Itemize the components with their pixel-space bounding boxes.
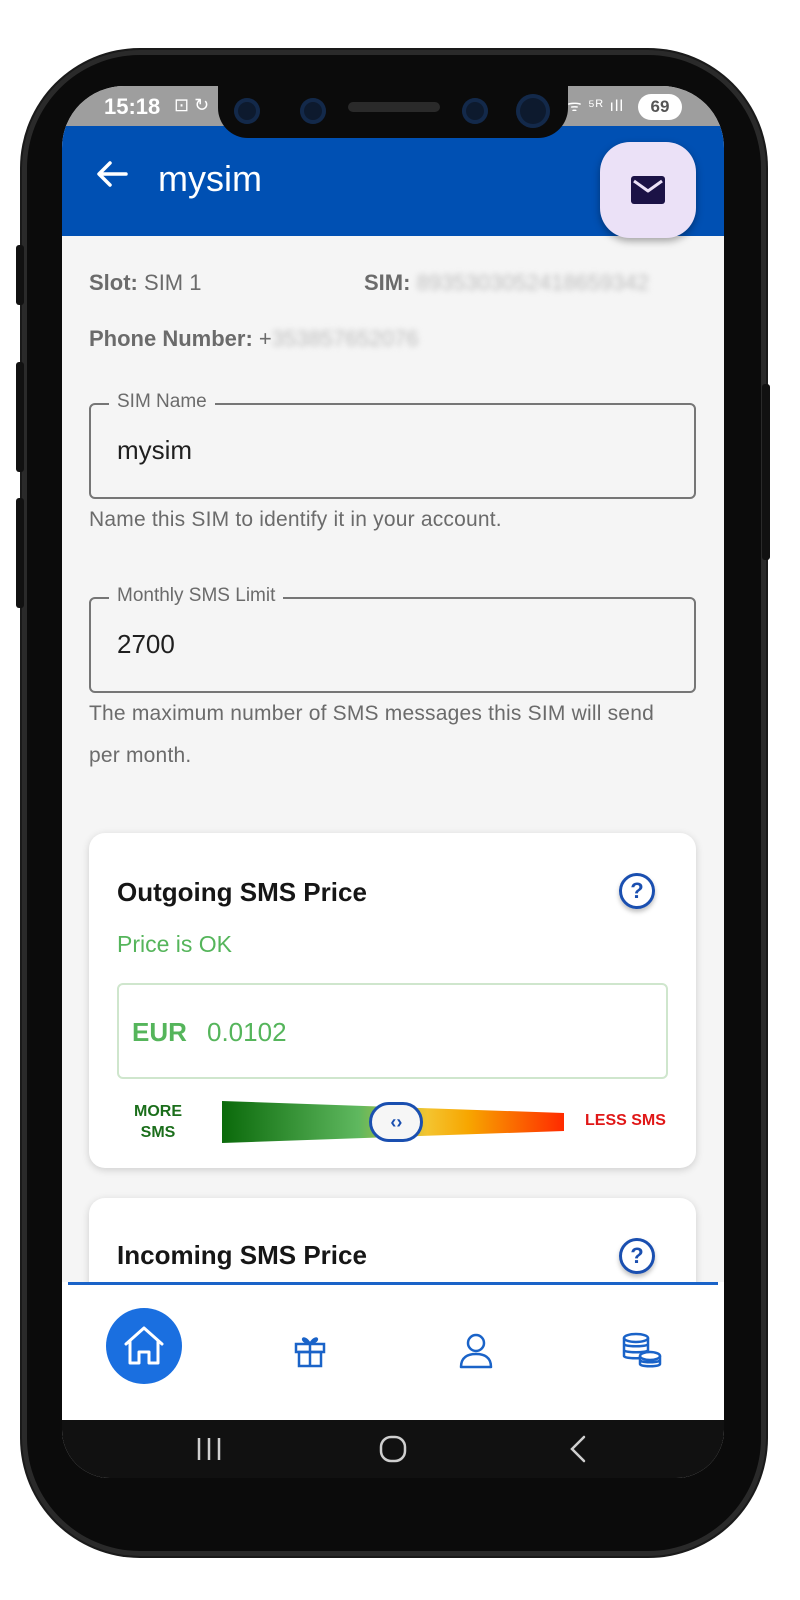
app-bar: mysim — [62, 126, 724, 238]
phone-number-prefix: + — [258, 326, 272, 351]
incoming-price-title: Incoming SMS Price — [117, 1240, 367, 1270]
nav-home-button[interactable] — [106, 1308, 182, 1384]
mail-icon — [631, 176, 665, 204]
volume-down-button — [16, 362, 24, 472]
help-icon[interactable]: ? — [619, 873, 655, 909]
recent-apps-icon[interactable] — [194, 1434, 224, 1464]
bixby-button — [16, 498, 24, 608]
power-button — [762, 384, 770, 560]
slot-info: Slot: SIM 1 — [89, 270, 201, 296]
price-slider-thumb[interactable]: ‹› — [369, 1102, 424, 1142]
sim-iccid-value: 8935303052418659342 — [416, 270, 650, 295]
home-gesture-icon[interactable] — [378, 1434, 408, 1464]
outgoing-price-title: Outgoing SMS Price — [117, 877, 367, 907]
price-input[interactable]: 0.0102 — [207, 1017, 287, 1048]
help-icon[interactable]: ? — [619, 1238, 655, 1274]
sim-label: SIM: — [364, 270, 411, 295]
back-gesture-icon[interactable] — [564, 1434, 594, 1464]
page-title: mysim — [158, 158, 262, 199]
phone-number-info: Phone Number: +353857652076 — [89, 326, 419, 352]
sms-limit-helper: The maximum number of SMS messages this … — [89, 702, 654, 767]
slot-value: SIM 1 — [144, 270, 202, 295]
sms-limit-input[interactable]: 2700 — [117, 629, 175, 660]
back-arrow-icon[interactable] — [92, 154, 132, 194]
home-icon — [124, 1326, 164, 1365]
camera-lens — [234, 98, 260, 124]
sim-name-input[interactable]: mysim — [117, 435, 192, 466]
outgoing-price-card: Outgoing SMS Price ? Price is OK EUR 0.0… — [89, 833, 696, 1168]
sms-limit-label: Monthly SMS Limit — [109, 585, 284, 607]
less-sms-label: LESS SMS — [585, 1112, 666, 1129]
sim-info: SIM: 8935303052418659342 — [364, 270, 649, 296]
signal-wifi-icons: ᯤ ⁵ᴿ ıll — [567, 98, 624, 115]
nav-divider — [68, 1282, 718, 1285]
user-icon[interactable] — [456, 1330, 496, 1370]
sim-name-label: SIM Name — [109, 391, 215, 413]
phone-screen: 15:18 ⊡ ↻ ᯤ ⁵ᴿ ıll 69 mysim Slot: SIM 1 … — [62, 86, 724, 1478]
coins-icon[interactable] — [620, 1330, 662, 1370]
camera-notch — [218, 86, 568, 138]
system-navigation-bar — [62, 1420, 724, 1478]
mail-fab-button[interactable] — [600, 142, 696, 238]
camera-lens — [300, 98, 326, 124]
price-input-box[interactable]: EUR 0.0102 — [117, 983, 668, 1079]
battery-indicator: 69 — [638, 94, 682, 120]
earpiece-speaker — [348, 102, 440, 112]
phone-number-value: 353857652076 — [271, 326, 419, 351]
sim-name-field[interactable]: SIM Name mysim — [89, 391, 696, 499]
status-notification-icons: ⊡ ↻ — [174, 95, 210, 115]
gift-icon[interactable] — [290, 1330, 330, 1370]
more-sms-label: MORE SMS — [134, 1103, 182, 1141]
currency-label: EUR — [132, 1017, 187, 1047]
bottom-navigation — [62, 1282, 724, 1420]
status-time: 15:18 — [104, 94, 161, 119]
camera-lens — [516, 94, 550, 128]
phone-number-label: Phone Number: — [89, 326, 253, 351]
price-status: Price is OK — [117, 931, 233, 957]
slot-label: Slot: — [89, 270, 138, 295]
volume-up-button — [16, 245, 24, 305]
sms-limit-field[interactable]: Monthly SMS Limit 2700 — [89, 585, 696, 693]
camera-lens — [462, 98, 488, 124]
sim-name-helper: Name this SIM to identify it in your acc… — [89, 508, 502, 531]
